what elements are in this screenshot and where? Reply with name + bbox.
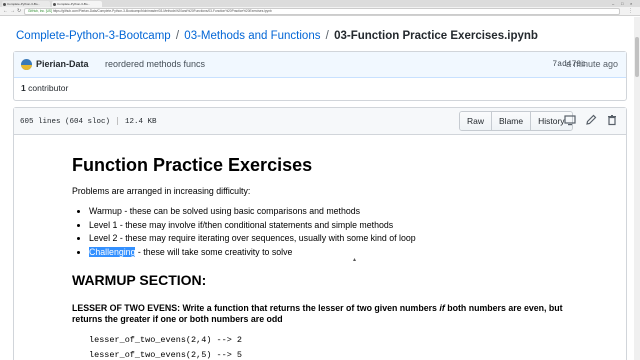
code-line: lesser_of_two_evens(2,5) --> 5 [89,349,243,360]
github-favicon-icon [53,2,56,6]
level-name: Level 2 [89,233,118,244]
minimize-icon[interactable]: – [612,1,614,6]
file-viewer: 605 lines (604 sloc) 12.4 KB Raw Blame Hi… [13,107,627,360]
notebook-intro: Problems are arranged in increasing diff… [72,186,251,196]
pencil-icon[interactable] [585,114,597,126]
commit-author-link[interactable]: Pierian-Data [36,59,89,69]
avatar[interactable] [21,59,32,70]
commit-message-link[interactable]: reordered methods funcs [105,59,205,69]
section-heading: WARMUP SECTION: [72,271,207,288]
divider [117,117,119,125]
mouse-cursor-icon: ▴ [353,257,357,263]
list-item: Level 2 - these may require iterating ov… [89,233,592,243]
maximize-icon[interactable]: □ [621,1,623,6]
scrollbar-thumb[interactable] [635,37,639,77]
list-item: Warmup - these can be solved using basic… [89,206,592,216]
file-line-count: 605 lines (604 sloc) [20,117,111,126]
breadcrumb-separator: / [325,30,329,42]
browser-tab-label: Complete-Python-3-Bo... [57,2,91,6]
contributors-count: 1 [21,83,26,93]
code-examples: lesser_of_two_evens(2,4) --> 2 lesser_of… [72,335,592,360]
forward-arrow-icon[interactable]: → [10,8,15,14]
contributors-link[interactable]: 1 contributor [21,83,68,93]
close-window-icon[interactable]: × [630,1,632,6]
breadcrumb: Complete-Python-3-Bootcamp / 03-Methods … [16,30,538,42]
browser-tab-label: Complete-Python-3-Bo... [7,2,41,6]
contributors-label: contributor [28,83,69,93]
github-favicon-icon [3,2,6,6]
level-name: Level 1 [89,219,118,230]
selected-text[interactable]: Challenging [89,246,136,257]
level-desc: - these will take some creativity to sol… [135,246,293,257]
folder-link[interactable]: 03-Methods and Functions [184,30,320,42]
list-item: Challenging - these will take some creat… [89,246,592,257]
url-field[interactable]: GitHub, Inc. [US] https://github.com/Pie… [24,8,620,15]
file-header: 605 lines (604 sloc) 12.4 KB Raw Blame Hi… [14,108,626,135]
url-text: https://github.com/Pierian-Data/Complete… [52,9,272,13]
desktop-icon[interactable] [564,114,576,126]
blame-button[interactable]: Blame [492,112,532,130]
repo-link[interactable]: Complete-Python-3-Bootcamp [16,30,171,42]
level-desc: - these can be solved using basic compar… [121,206,361,216]
file-name: 03-Function Practice Exercises.ipynb [334,30,538,42]
breadcrumb-separator: / [175,30,180,42]
commit-time: a minute ago [565,59,618,69]
problem-heading: LESSER OF TWO EVENS: Write a function th… [72,303,592,325]
level-desc: - these may require iterating over seque… [117,233,416,244]
level-desc: - these may involve if/then conditional … [117,219,394,230]
problem-text: LESSER OF TWO EVENS: Write a function th… [72,302,440,313]
address-bar: ← → ↻ GitHub, Inc. [US] https://github.c… [0,7,640,16]
level-name: Warmup [89,206,122,216]
file-info: 605 lines (604 sloc) 12.4 KB [20,117,157,126]
notebook-title: Function Practice Exercises [72,155,313,175]
raw-button[interactable]: Raw [460,112,493,130]
file-actions-button-group: Raw Blame History [459,111,573,131]
list-item: Level 1 - these may involve if/then cond… [89,220,592,230]
back-arrow-icon[interactable]: ← [3,8,8,14]
browser-tab-bar: Complete-Python-3-Bo... Complete-Python-… [0,0,640,7]
secure-lock-label: GitHub, Inc. [US] [28,9,52,13]
scrollbar[interactable] [634,17,640,360]
reload-icon[interactable]: ↻ [17,8,21,14]
commit-tease: Pierian-Data reordered methods funcs 7ad… [14,52,626,78]
code-line: lesser_of_two_evens(2,4) --> 2 [89,334,243,345]
file-size: 12.4 KB [125,117,157,126]
latest-commit-box: Pierian-Data reordered methods funcs 7ad… [13,51,627,101]
difficulty-list: Warmup - these can be solved using basic… [72,206,592,257]
trash-icon[interactable] [606,114,618,126]
browser-menu-icon[interactable]: ⋮ [628,8,633,14]
notebook-content: Function Practice Exercises Problems are… [72,155,592,360]
